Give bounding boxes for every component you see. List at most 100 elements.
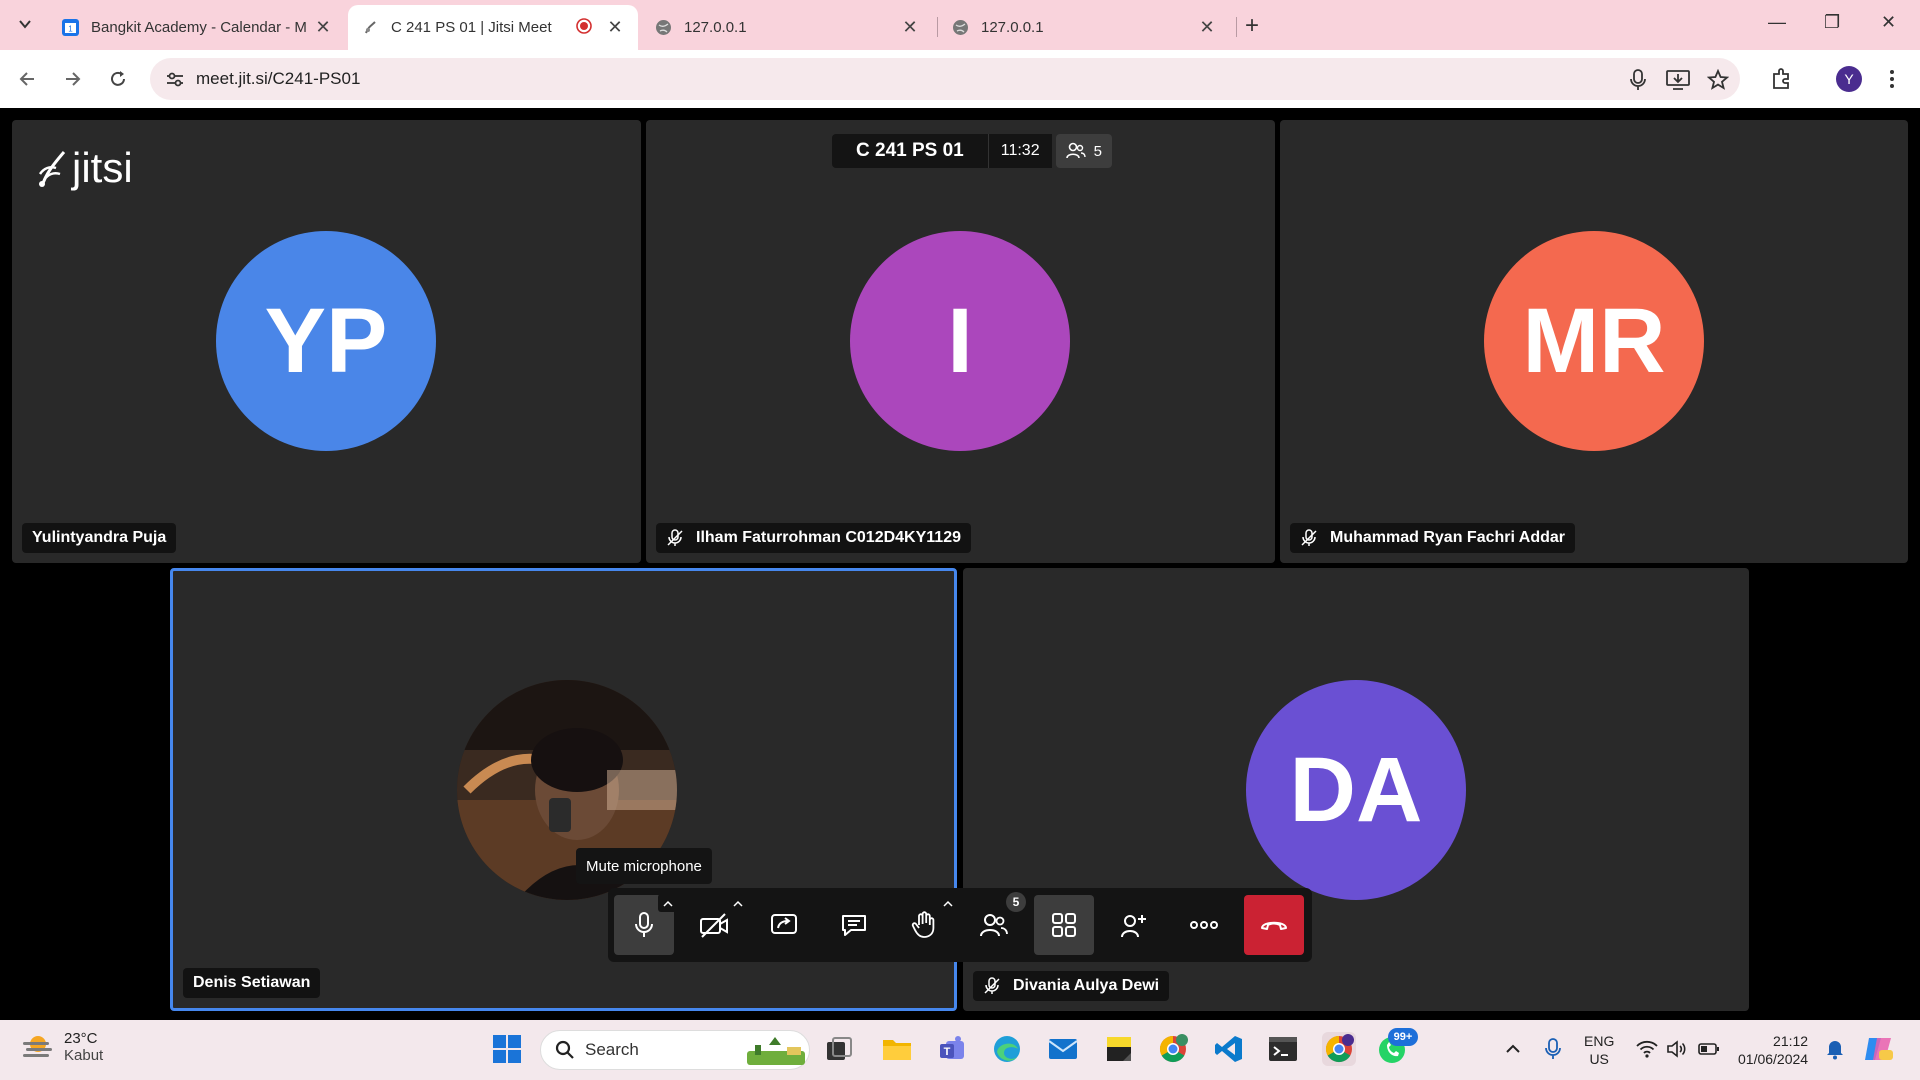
tab-search-chevron-icon[interactable]	[12, 11, 38, 37]
tab-localhost-1[interactable]: 127.0.0.1 ✕	[641, 5, 933, 50]
tab-close-button[interactable]: ✕	[314, 17, 332, 38]
language-code: ENG	[1584, 1033, 1615, 1049]
sticky-notes-icon[interactable]	[1102, 1032, 1136, 1066]
search-highlight-icon	[747, 1037, 805, 1065]
invite-people-button[interactable]	[1104, 895, 1164, 955]
whatsapp-unread-badge: 99+	[1388, 1028, 1418, 1046]
extensions-icon[interactable]	[1767, 65, 1795, 93]
new-tab-button[interactable]: +	[1245, 12, 1259, 40]
chrome-profile-icon[interactable]	[1156, 1032, 1190, 1066]
vscode-icon[interactable]	[1212, 1032, 1246, 1066]
file-explorer-icon[interactable]	[880, 1032, 914, 1066]
volume-icon[interactable]	[1660, 1032, 1694, 1066]
address-bar[interactable]: meet.jit.si/C241-PS01	[150, 58, 1740, 100]
weather-widget[interactable]: 23°C Kabut	[20, 1030, 103, 1064]
camera-off-icon	[700, 913, 728, 938]
participant-count-button[interactable]: 5	[1055, 134, 1112, 168]
tab-close-button[interactable]: ✕	[606, 17, 624, 38]
tab-title: Bangkit Academy - Calendar - M	[91, 19, 307, 36]
wifi-icon[interactable]	[1630, 1032, 1664, 1066]
minimize-button[interactable]: —	[1768, 12, 1786, 33]
copilot-icon[interactable]	[1862, 1032, 1896, 1066]
edge-browser-icon[interactable]	[990, 1032, 1024, 1066]
tab-jitsi-meet[interactable]: C 241 PS 01 | Jitsi Meet ✕	[348, 5, 638, 50]
install-app-icon[interactable]	[1666, 68, 1690, 92]
taskbar-search[interactable]: Search	[540, 1030, 810, 1070]
video-settings-chevron-icon[interactable]	[728, 894, 748, 912]
tile-view-icon	[1052, 913, 1076, 937]
participant-avatar: MR	[1484, 231, 1704, 451]
tab-bangkit-calendar[interactable]: 1 Bangkit Academy - Calendar - M ✕	[48, 5, 346, 50]
google-calendar-icon: 1	[62, 19, 79, 36]
participant-tile[interactable]: I Ilham Faturrohman C012D4KY1129	[646, 120, 1275, 563]
windows-start-icon[interactable]	[490, 1032, 524, 1066]
mail-icon[interactable]	[1046, 1032, 1080, 1066]
browser-menu-icon[interactable]	[1878, 65, 1906, 93]
battery-icon[interactable]	[1692, 1032, 1726, 1066]
participant-name: Yulintyandra Puja	[22, 523, 177, 553]
browser-toolbar: meet.jit.si/C241-PS01	[0, 50, 1920, 108]
share-screen-button[interactable]	[754, 895, 814, 955]
raise-hand-icon	[911, 911, 935, 938]
terminal-icon[interactable]	[1266, 1032, 1300, 1066]
tile-view-button[interactable]	[1034, 895, 1094, 955]
back-button[interactable]	[14, 65, 42, 93]
conference-info-header: C 241 PS 01 11:32 5	[832, 134, 1112, 168]
participant-tile[interactable]: MR Muhammad Ryan Fachri Addar	[1280, 120, 1908, 563]
clock[interactable]: 21:12 01/06/2024	[1738, 1032, 1808, 1068]
tab-localhost-2[interactable]: 127.0.0.1 ✕	[938, 5, 1230, 50]
participant-name: Muhammad Ryan Fachri Addar	[1330, 529, 1566, 546]
microphone-muted-icon	[984, 977, 1000, 994]
participant-name-tag: Ilham Faturrohman C012D4KY1129	[656, 523, 971, 553]
chat-icon	[842, 915, 866, 936]
weather-description: Kabut	[64, 1047, 104, 1064]
teams-icon[interactable]: T	[936, 1032, 970, 1066]
share-screen-icon	[771, 914, 797, 934]
task-view-icon[interactable]	[822, 1032, 856, 1066]
participant-count: 5	[1093, 142, 1102, 160]
audio-settings-chevron-icon[interactable]	[658, 894, 678, 912]
recording-indicator-icon	[576, 17, 592, 38]
participant-name: Divania Aulya Dewi	[1013, 977, 1160, 994]
globe-icon	[655, 19, 672, 36]
tab-close-button[interactable]: ✕	[901, 17, 919, 38]
tab-close-button[interactable]: ✕	[1198, 17, 1216, 38]
forward-button[interactable]	[58, 65, 86, 93]
chat-button[interactable]	[824, 895, 884, 955]
microphone-in-use-icon[interactable]	[1626, 68, 1650, 92]
participant-avatar: I	[850, 231, 1070, 451]
reload-button[interactable]	[104, 65, 132, 93]
url-text[interactable]: meet.jit.si/C241-PS01	[196, 69, 360, 89]
participant-name: Ilham Faturrohman C012D4KY1129	[696, 529, 961, 546]
more-actions-button[interactable]	[1174, 895, 1234, 955]
microphone-icon	[635, 912, 653, 937]
tab-title: 127.0.0.1	[981, 19, 1044, 36]
profile-avatar[interactable]: Y	[1836, 66, 1862, 92]
clock-time: 21:12	[1773, 1033, 1809, 1049]
svg-text:1: 1	[68, 25, 73, 34]
bookmark-star-icon[interactable]	[1706, 68, 1730, 92]
participant-name: Denis Setiawan	[183, 968, 321, 998]
participants-badge: 5	[1006, 892, 1026, 912]
site-settings-icon[interactable]	[164, 68, 186, 90]
reactions-chevron-icon[interactable]	[938, 894, 958, 912]
search-icon	[555, 1040, 574, 1059]
browser-tab-strip: 1 Bangkit Academy - Calendar - M ✕ C 241…	[0, 0, 1920, 50]
microphone-tray-icon[interactable]	[1536, 1032, 1570, 1066]
restore-button[interactable]: ❐	[1824, 12, 1840, 33]
close-window-button[interactable]: ✕	[1881, 12, 1896, 33]
weather-temperature: 23°C	[64, 1030, 98, 1047]
leave-meeting-button[interactable]	[1244, 895, 1304, 955]
mute-microphone-tooltip: Mute microphone	[576, 848, 712, 884]
tab-title: C 241 PS 01 | Jitsi Meet	[391, 19, 552, 36]
chrome-active-icon[interactable]	[1322, 1032, 1356, 1066]
windows-taskbar: 23°C Kabut Search T 99+ ENG US 21:12 01/…	[0, 1020, 1920, 1080]
keyboard-region: US	[1589, 1051, 1609, 1067]
search-label: Search	[585, 1040, 639, 1059]
meeting-toolbar: 5	[608, 888, 1312, 962]
participants-icon	[980, 914, 1008, 937]
show-hidden-icons-chevron[interactable]	[1496, 1032, 1530, 1066]
input-language[interactable]: ENG US	[1584, 1032, 1614, 1068]
jitsi-logo[interactable]: jitsi	[36, 144, 133, 192]
notifications-bell-icon[interactable]	[1818, 1032, 1852, 1066]
